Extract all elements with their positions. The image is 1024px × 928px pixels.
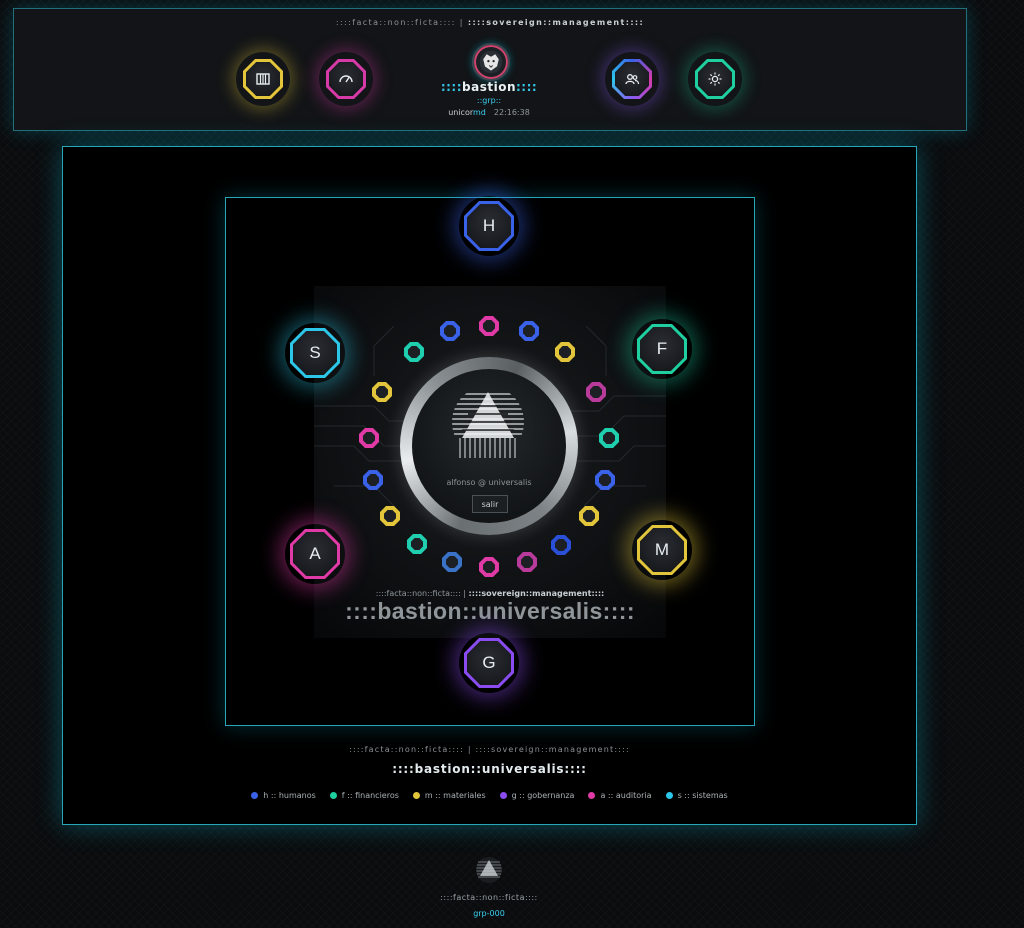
brand-name: ::::bastion:::: bbox=[440, 80, 538, 94]
ring-dot[interactable] bbox=[380, 506, 400, 526]
user-line: unicormd 22:16:38 bbox=[448, 108, 530, 117]
ring-dot[interactable] bbox=[551, 535, 571, 555]
ring-dot[interactable] bbox=[595, 470, 615, 490]
legend-item-h: h :: humanos bbox=[251, 791, 316, 800]
ring-dot[interactable] bbox=[579, 506, 599, 526]
ring-dot[interactable] bbox=[407, 534, 427, 554]
clock: 22:16:38 bbox=[493, 108, 530, 117]
legend-item-a: a :: auditoria bbox=[588, 791, 652, 800]
module-m-button[interactable]: M bbox=[637, 525, 687, 575]
legend-item-m: m :: materiales bbox=[412, 791, 486, 800]
module-h-button[interactable]: H bbox=[464, 201, 514, 251]
logout-button[interactable]: salir bbox=[472, 495, 508, 513]
group-label: ::grp:: bbox=[476, 96, 502, 105]
bottom-tagline: ::::facta::non::ficta:::: bbox=[440, 893, 538, 902]
module-g-button[interactable]: G bbox=[464, 638, 514, 688]
ring-dot[interactable] bbox=[555, 342, 575, 362]
module-f-label: F bbox=[640, 327, 684, 371]
hub-title: ::::bastion::universalis:::: bbox=[345, 598, 635, 624]
module-a-label: A bbox=[293, 532, 337, 576]
lion-logo-icon bbox=[479, 50, 503, 74]
ring-dot[interactable] bbox=[586, 382, 606, 402]
bottom-logo-icon bbox=[476, 857, 502, 883]
module-s-label: S bbox=[293, 331, 337, 375]
ring-dot[interactable] bbox=[440, 321, 460, 341]
module-m-label: M bbox=[640, 528, 684, 572]
ring-dot[interactable] bbox=[363, 470, 383, 490]
ring-dot[interactable] bbox=[519, 321, 539, 341]
module-s-button[interactable]: S bbox=[290, 328, 340, 378]
bottom-group: grp-000 bbox=[473, 909, 505, 918]
footer-title: ::::bastion::universalis:::: bbox=[392, 762, 587, 776]
users-icon bbox=[625, 74, 640, 85]
footer-tagline: ::::facta::non::ficta:::: | ::::sovereig… bbox=[349, 745, 630, 754]
legend-item-s: s :: sistemas bbox=[665, 791, 728, 800]
ring-dot[interactable] bbox=[372, 382, 392, 402]
hub-tagline: ::::facta::non::ficta:::: | ::::sovereig… bbox=[375, 589, 605, 598]
user-name: unicor bbox=[448, 108, 473, 117]
ring-dot[interactable] bbox=[359, 428, 379, 448]
ring-dot[interactable] bbox=[404, 342, 424, 362]
sun-settings-icon bbox=[708, 72, 722, 86]
avatar[interactable] bbox=[472, 43, 510, 81]
module-legend: h :: humanos f :: financieros m :: mater… bbox=[62, 791, 917, 800]
ring-dot[interactable] bbox=[442, 552, 462, 572]
signed-in-user: alfonso @ universalis bbox=[446, 478, 532, 487]
module-h-label: H bbox=[467, 204, 511, 248]
users-button[interactable] bbox=[612, 59, 652, 99]
ring-dot[interactable] bbox=[599, 428, 619, 448]
triangle-logo-icon bbox=[452, 392, 524, 458]
legend-item-f: f :: financieros bbox=[329, 791, 399, 800]
ring-dot[interactable] bbox=[479, 557, 499, 577]
module-g-label: G bbox=[467, 641, 511, 685]
legend-item-g: g :: gobernanza bbox=[499, 791, 574, 800]
module-f-button[interactable]: F bbox=[637, 324, 687, 374]
module-a-button[interactable]: A bbox=[290, 529, 340, 579]
ring-dot[interactable] bbox=[517, 552, 537, 572]
settings-button[interactable] bbox=[695, 59, 735, 99]
header-tagline: ::::facta::non::ficta:::: | ::::sovereig… bbox=[335, 18, 645, 27]
ring-dot[interactable] bbox=[479, 316, 499, 336]
